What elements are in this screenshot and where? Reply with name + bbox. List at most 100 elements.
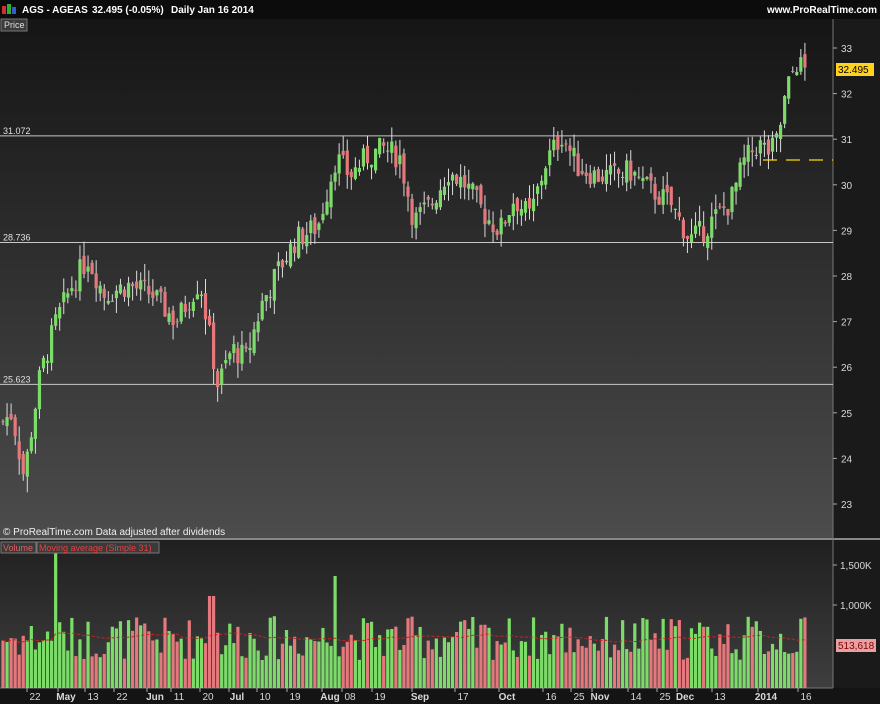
- candle-body: [568, 145, 572, 151]
- candle-body: [584, 172, 588, 176]
- volume-bar: [203, 643, 208, 688]
- volume-bar: [25, 640, 29, 688]
- volume-bar: [17, 654, 21, 688]
- volume-bar: [471, 617, 475, 688]
- volume-bar: [677, 620, 681, 688]
- candle-body: [519, 208, 523, 216]
- volume-bar: [276, 659, 280, 688]
- candle-body: [791, 70, 795, 72]
- candle-body: [726, 208, 730, 216]
- volume-bar: [313, 641, 317, 688]
- volume-bar: [507, 618, 511, 688]
- volume-bar: [50, 640, 54, 688]
- candle-body: [94, 273, 98, 289]
- volume-bar: [398, 649, 402, 688]
- price-tick-label: 24: [841, 454, 853, 465]
- volume-bar: [604, 616, 609, 688]
- candle-body: [212, 322, 216, 369]
- level-label: 25.623: [3, 374, 31, 384]
- volume-bar: [357, 659, 361, 688]
- volume-bar: [131, 630, 135, 688]
- candle-body: [317, 223, 321, 230]
- candle-body: [661, 189, 665, 205]
- candle-body: [276, 261, 280, 267]
- candle-body: [345, 150, 349, 175]
- volume-bar: [106, 642, 110, 688]
- candle-body: [54, 314, 58, 326]
- volume-bar: [406, 618, 410, 688]
- volume-bar: [268, 617, 272, 688]
- volume-bar: [758, 630, 762, 688]
- volume-bar: [467, 628, 471, 688]
- volume-bar: [475, 647, 479, 688]
- price-chart[interactable]: AGS - AGEAS 32.495 (-0.05%) Daily Jan 16…: [0, 0, 880, 704]
- candle-body: [29, 437, 33, 452]
- volume-label: Volume: [3, 543, 33, 553]
- candle-body: [191, 301, 195, 311]
- candle-body: [633, 171, 637, 176]
- volume-bar: [244, 657, 248, 688]
- candle-body: [426, 196, 430, 200]
- volume-bar: [754, 621, 758, 688]
- candle-body: [62, 292, 66, 303]
- volume-bar: [548, 654, 552, 688]
- volume-bar: [693, 633, 698, 688]
- volume-bar: [766, 651, 771, 688]
- volume-bar: [681, 659, 685, 688]
- volume-bar: [110, 626, 114, 688]
- volume-bar: [710, 648, 714, 688]
- volume-bar: [369, 621, 374, 688]
- volume-bar: [297, 653, 301, 688]
- volume-bar: [515, 656, 519, 688]
- candle-body: [511, 203, 515, 217]
- candle-body: [612, 163, 617, 166]
- volume-bar: [5, 641, 9, 688]
- price-tick-label: 29: [841, 226, 853, 237]
- volume-bar: [252, 638, 256, 688]
- website-link[interactable]: www.ProRealTime.com: [766, 5, 877, 16]
- volume-bar: [13, 638, 17, 688]
- volume-bar: [426, 640, 430, 688]
- date-axis-bg: [0, 688, 880, 704]
- volume-bar: [487, 627, 491, 688]
- volume-bar: [126, 620, 131, 688]
- candle-body: [199, 294, 204, 297]
- date-tick-label: 11: [174, 692, 185, 703]
- volume-bar: [86, 621, 90, 688]
- volume-bar: [220, 654, 224, 688]
- volume-bar: [442, 637, 447, 688]
- date-tick-label: 14: [630, 692, 642, 703]
- candle-body: [232, 344, 236, 353]
- candle-body: [600, 176, 604, 182]
- candle-body: [434, 202, 438, 210]
- candle-body: [702, 226, 706, 243]
- candle-body: [301, 228, 305, 245]
- volume-bar: [746, 616, 750, 688]
- volume-bar: [163, 617, 167, 688]
- candle-body: [455, 174, 459, 184]
- volume-bar: [673, 626, 677, 688]
- volume-bar: [641, 618, 645, 688]
- candle-body: [126, 282, 131, 298]
- candle-body: [446, 182, 451, 186]
- date-tick-label: 16: [545, 692, 557, 703]
- candle-body: [560, 144, 564, 147]
- candle-body: [410, 198, 414, 225]
- candle-body: [151, 291, 155, 298]
- candle-body: [467, 183, 471, 189]
- candle-body: [459, 176, 463, 188]
- candle-body: [175, 321, 179, 323]
- volume-bar: [592, 643, 596, 688]
- date-tick-label: Dec: [676, 692, 695, 703]
- volume-bar: [394, 626, 398, 688]
- volume-bar: [742, 635, 746, 688]
- volume-bar: [345, 641, 349, 688]
- volume-bar: [783, 652, 787, 688]
- candle-body: [41, 357, 46, 369]
- candle-body: [750, 150, 754, 153]
- volume-bar: [317, 641, 321, 688]
- candle-body: [220, 368, 224, 385]
- price-panel-bg: [0, 19, 833, 538]
- volume-bar: [159, 652, 163, 688]
- volume-bar: [280, 643, 285, 688]
